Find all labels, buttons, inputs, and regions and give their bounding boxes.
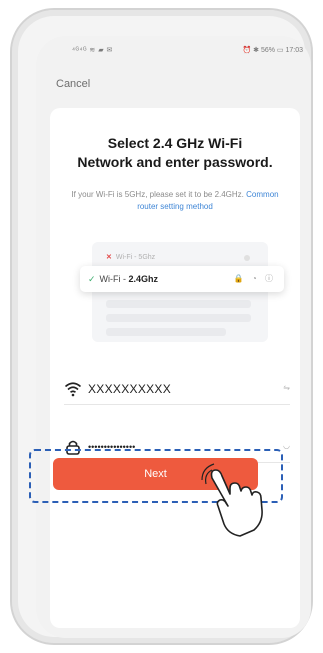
wifi-setup-card: Select 2.4 GHz Wi-Fi Network and enter p… bbox=[50, 108, 300, 628]
status-bar: ⁴ᴳ⁴ᴳ ≋ ▰ ✉ ⏰ ✱ 56% ▭ 17:03 bbox=[36, 44, 311, 58]
status-left-icons: ⁴ᴳ⁴ᴳ ≋ ▰ ✉ bbox=[72, 47, 113, 54]
pointing-hand-icon bbox=[201, 463, 263, 537]
toggle-visibility-icon[interactable]: ◡ bbox=[283, 441, 290, 450]
ssid-value: XXXXXXXXXX bbox=[88, 382, 172, 396]
illus-24ghz-band: 2.4Ghz bbox=[128, 274, 159, 284]
subtitle-text: If your Wi-Fi is 5GHz, please set it to … bbox=[71, 190, 244, 199]
wifi-band-illustration: ✕ Wi-Fi - 5Ghz bbox=[92, 242, 268, 342]
placeholder-dot-icon bbox=[244, 255, 250, 261]
illus-placeholder-line bbox=[106, 314, 251, 322]
wifi-icon bbox=[64, 382, 82, 397]
status-right-info: ⏰ ✱ 56% ▭ 17:03 bbox=[242, 47, 303, 54]
illus-5ghz-prefix: Wi-Fi - bbox=[115, 254, 139, 261]
ssid-field[interactable]: XXXXXXXXXX ⇋ bbox=[64, 376, 290, 405]
title-line-2: Network and enter password. bbox=[77, 154, 273, 170]
title-line-1: Select 2.4 GHz Wi-Fi bbox=[107, 135, 243, 151]
illus-placeholder-line bbox=[106, 328, 226, 336]
illus-24ghz-prefix: Wi-Fi - bbox=[99, 274, 129, 284]
page-subtitle: If your Wi-Fi is 5GHz, please set it to … bbox=[62, 189, 288, 213]
switch-network-icon[interactable]: ⇋ bbox=[283, 383, 290, 392]
wifi-detail-icons: 🔒 ◔ ⓘ bbox=[233, 274, 276, 283]
phone-frame: ⁴ᴳ⁴ᴳ ≋ ▰ ✉ ⏰ ✱ 56% ▭ 17:03 Cancel Select… bbox=[10, 8, 313, 645]
cross-icon: ✕ bbox=[106, 254, 112, 261]
illus-5ghz-row: ✕ Wi-Fi - 5Ghz bbox=[106, 250, 256, 266]
page-title: Select 2.4 GHz Wi-Fi Network and enter p… bbox=[50, 134, 300, 172]
phone-screen: ⁴ᴳ⁴ᴳ ≋ ▰ ✉ ⏰ ✱ 56% ▭ 17:03 Cancel Select… bbox=[36, 36, 311, 638]
check-icon: ✓ bbox=[88, 274, 96, 284]
cancel-button[interactable]: Cancel bbox=[56, 78, 90, 90]
illus-placeholder-line bbox=[106, 300, 251, 308]
illus-5ghz-band: 5Ghz bbox=[138, 254, 156, 261]
illus-24ghz-highlight: ✓ Wi-Fi - 2.4Ghz 🔒 ◔ ⓘ bbox=[80, 266, 284, 292]
